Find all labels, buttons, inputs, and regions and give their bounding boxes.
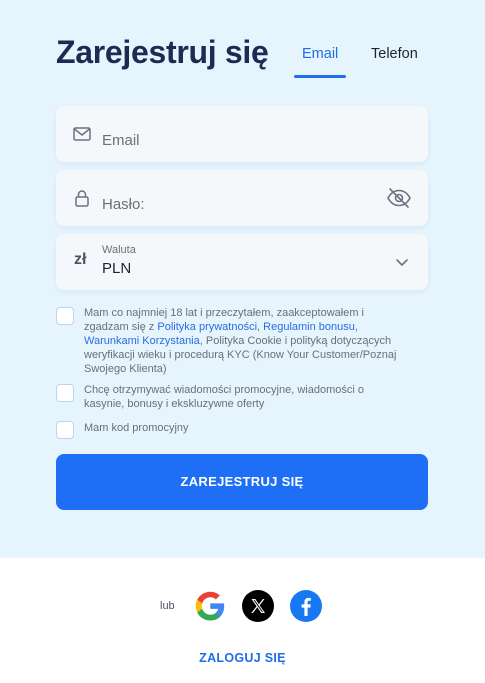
password-field[interactable]: Hasło: [56, 170, 428, 226]
promo-text: Chcę otrzymywać wiadomości promocyjne, w… [84, 384, 364, 410]
terms-checkbox[interactable] [56, 307, 74, 325]
email-field[interactable]: Email [56, 106, 428, 162]
terms-text: Mam co najmniej 18 lat i przeczytałem, z… [84, 306, 402, 376]
register-button[interactable]: ZAREJESTRUJ SIĘ [56, 454, 428, 510]
promo-code-text: Mam kod promocyjny [84, 422, 189, 434]
mail-icon [73, 127, 91, 141]
facebook-icon[interactable] [290, 590, 322, 622]
bonus-rules-link[interactable]: Regulamin bonusu [263, 321, 355, 333]
currency-label: Waluta [102, 244, 136, 256]
currency-value: PLN [102, 260, 132, 277]
password-placeholder: Hasło: [102, 196, 145, 213]
tab-phone[interactable]: Telefon [371, 46, 418, 62]
login-link[interactable]: ZALOGUJ SIĘ [0, 651, 485, 665]
promo-checkbox[interactable] [56, 384, 74, 402]
active-tab-indicator [294, 75, 346, 78]
currency-select[interactable]: zł Waluta PLN [56, 234, 428, 290]
email-placeholder: Email [102, 132, 140, 149]
page-title: Zarejestruj się [56, 34, 269, 70]
currency-symbol: zł [74, 251, 87, 268]
eye-off-icon[interactable] [386, 186, 412, 210]
privacy-policy-link[interactable]: Polityka prywatności [157, 321, 257, 333]
promo-code-checkbox[interactable] [56, 421, 74, 439]
registration-panel: Zarejestruj się Email Telefon Email Hasł… [0, 0, 485, 558]
terms-of-use-link[interactable]: Warunkami Korzystania [84, 335, 200, 347]
x-icon[interactable] [242, 590, 274, 622]
tab-email[interactable]: Email [302, 46, 338, 62]
chevron-down-icon [396, 259, 408, 266]
or-label: lub [160, 600, 175, 612]
terms-separator: , [354, 321, 358, 333]
google-icon[interactable] [194, 590, 226, 622]
lock-icon [75, 190, 89, 207]
